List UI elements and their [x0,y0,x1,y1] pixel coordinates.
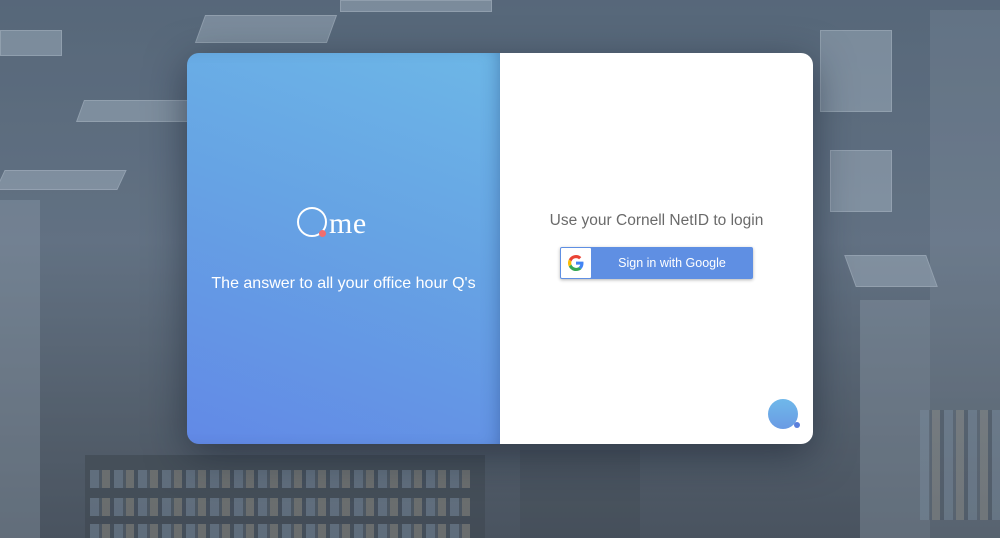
brand-panel: me The answer to all your office hour Q'… [187,53,500,444]
google-sign-in-button[interactable]: Sign in with Google [560,247,753,279]
google-sign-in-label: Sign in with Google [618,256,726,270]
tagline: The answer to all your office hour Q's [211,275,476,292]
logo-text: me [329,207,367,240]
login-prompt: Use your Cornell NetID to login [549,212,764,229]
google-g-icon [568,255,584,271]
google-icon-box [561,248,591,278]
login-panel: Use your Cornell NetID to login Sign in … [500,53,813,444]
qme-logo: me [297,203,397,245]
corner-logo-icon [768,399,800,431]
login-card: me The answer to all your office hour Q'… [187,53,813,444]
logo-dot [319,230,326,237]
